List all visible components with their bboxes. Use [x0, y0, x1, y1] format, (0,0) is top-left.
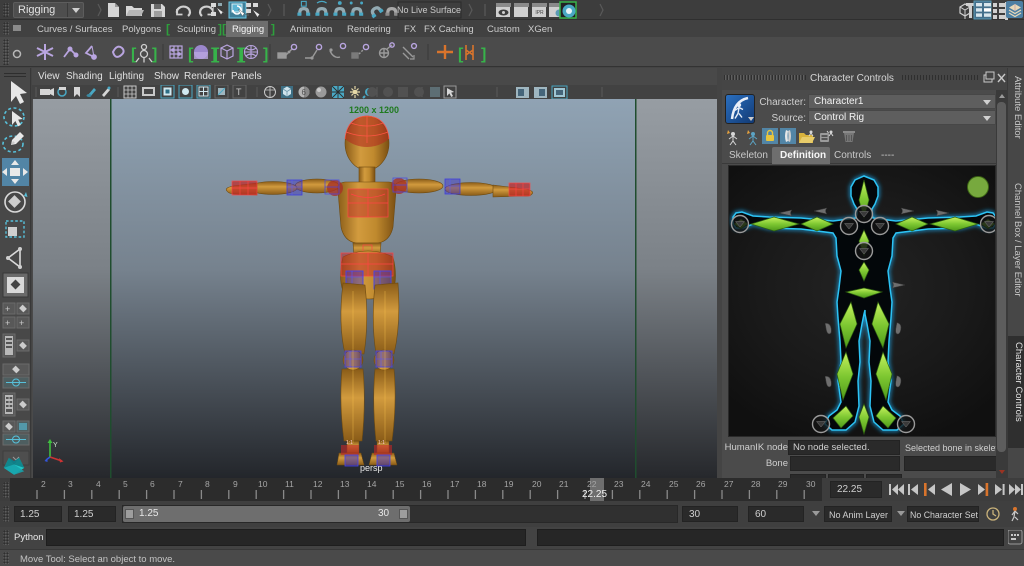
svg-text:7: 7 — [178, 479, 183, 489]
svg-text:Y: Y — [53, 442, 58, 449]
svg-text:]: ] — [481, 46, 486, 63]
svg-text:14: 14 — [367, 479, 377, 489]
svg-text:5: 5 — [123, 479, 128, 489]
svg-text:[: [ — [131, 46, 137, 63]
svg-text:12: 12 — [313, 479, 323, 489]
svg-text:28: 28 — [751, 479, 761, 489]
svg-text:+: + — [5, 318, 10, 328]
svg-text:2: 2 — [41, 479, 46, 489]
svg-text:11: 11 — [285, 479, 294, 489]
svg-text:1:1: 1:1 — [346, 440, 353, 446]
svg-text:10: 10 — [258, 479, 268, 489]
svg-text:23: 23 — [614, 479, 624, 489]
svg-text:+: + — [5, 304, 10, 314]
svg-text:Curves / Surfaces: Curves / Surfaces — [37, 24, 113, 35]
svg-text:3: 3 — [68, 479, 73, 489]
svg-text:30: 30 — [806, 479, 816, 489]
svg-text:6: 6 — [302, 88, 307, 97]
svg-text:25: 25 — [669, 479, 679, 489]
svg-text:persp: persp — [360, 463, 383, 473]
svg-text:No Live Surface: No Live Surface — [397, 5, 461, 15]
svg-text:26: 26 — [696, 479, 706, 489]
svg-text:T: T — [236, 87, 242, 97]
svg-text:IPR: IPR — [535, 10, 544, 16]
svg-text:6: 6 — [150, 479, 155, 489]
svg-text:24: 24 — [641, 479, 651, 489]
svg-text:FX: FX — [404, 24, 417, 35]
svg-text:[: [ — [214, 46, 220, 63]
svg-text:+: + — [19, 318, 24, 328]
svg-text:FX Caching: FX Caching — [424, 24, 474, 35]
svg-text:Sculpting: Sculpting — [177, 24, 216, 35]
svg-text:][: ][ — [218, 22, 226, 36]
svg-text:29: 29 — [778, 479, 788, 489]
svg-text:[: [ — [166, 22, 170, 36]
svg-text:8: 8 — [205, 479, 210, 489]
svg-text:Polygons: Polygons — [122, 24, 161, 35]
svg-text:1200 x 1200: 1200 x 1200 — [349, 105, 399, 115]
svg-text:27: 27 — [724, 479, 734, 489]
svg-text:[: [ — [458, 46, 464, 63]
svg-text:13: 13 — [340, 479, 350, 489]
svg-text:Rendering: Rendering — [347, 24, 391, 35]
svg-text:21: 21 — [559, 479, 569, 489]
svg-text:20: 20 — [532, 479, 542, 489]
svg-text:15: 15 — [395, 479, 405, 489]
svg-text:[: [ — [188, 46, 194, 63]
svg-text:22.25: 22.25 — [582, 489, 607, 500]
svg-text:]: ] — [152, 46, 157, 63]
svg-text:]: ] — [271, 22, 275, 36]
svg-text:Custom: Custom — [487, 24, 520, 35]
svg-text:22: 22 — [587, 479, 597, 489]
svg-text:XGen: XGen — [528, 24, 552, 35]
svg-text:17: 17 — [450, 479, 460, 489]
svg-text:4: 4 — [96, 479, 101, 489]
svg-text:9: 9 — [233, 479, 238, 489]
svg-text:16: 16 — [422, 479, 432, 489]
svg-text:1:1: 1:1 — [378, 440, 385, 446]
svg-text:Rigging: Rigging — [232, 24, 264, 35]
svg-text:19: 19 — [504, 479, 514, 489]
svg-text:Animation: Animation — [290, 24, 332, 35]
svg-text:18: 18 — [477, 479, 487, 489]
svg-text:]: ] — [263, 46, 268, 63]
